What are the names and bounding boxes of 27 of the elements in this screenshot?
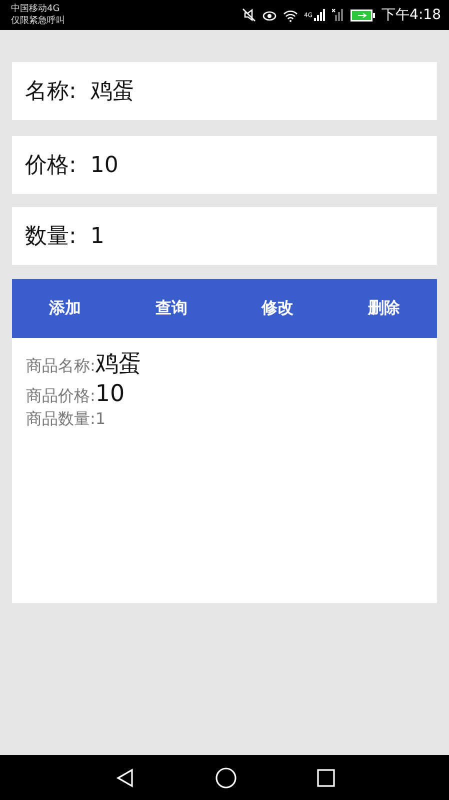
detail-value: 1 <box>95 409 106 428</box>
carrier-note: 仅限紧急呼叫 <box>11 15 65 27</box>
action-button[interactable]: 添加 <box>12 279 118 338</box>
field-label: 名称: <box>25 78 76 106</box>
carrier-text: 中国移动4G <box>11 3 61 15</box>
action-button[interactable]: 查询 <box>118 279 224 338</box>
recents-icon[interactable] <box>316 768 334 786</box>
home-icon[interactable] <box>214 766 236 788</box>
mute-icon <box>242 8 256 22</box>
back-icon[interactable] <box>114 768 134 788</box>
battery-icon <box>350 8 376 22</box>
detail-value: 鸡蛋 <box>95 350 142 379</box>
detail-value: 10 <box>95 381 125 407</box>
input-field[interactable]: 鸡蛋 <box>90 78 290 104</box>
field-label: 价格: <box>25 152 76 180</box>
action-button[interactable]: 修改 <box>224 279 331 338</box>
input-field[interactable]: 1 <box>90 224 290 248</box>
wifi-icon <box>283 8 298 22</box>
signal-icon <box>332 9 344 21</box>
clock-time: 下午4:18 <box>382 6 441 24</box>
action-button[interactable]: 删除 <box>330 279 437 338</box>
signal-icon <box>314 9 326 21</box>
detail-label: 商品名称: <box>26 356 96 377</box>
detail-label: 商品价格: <box>26 386 96 407</box>
input-field[interactable]: 10 <box>90 152 290 178</box>
detail-label: 商品数量: <box>26 409 96 430</box>
field-label: 数量: <box>25 223 76 251</box>
